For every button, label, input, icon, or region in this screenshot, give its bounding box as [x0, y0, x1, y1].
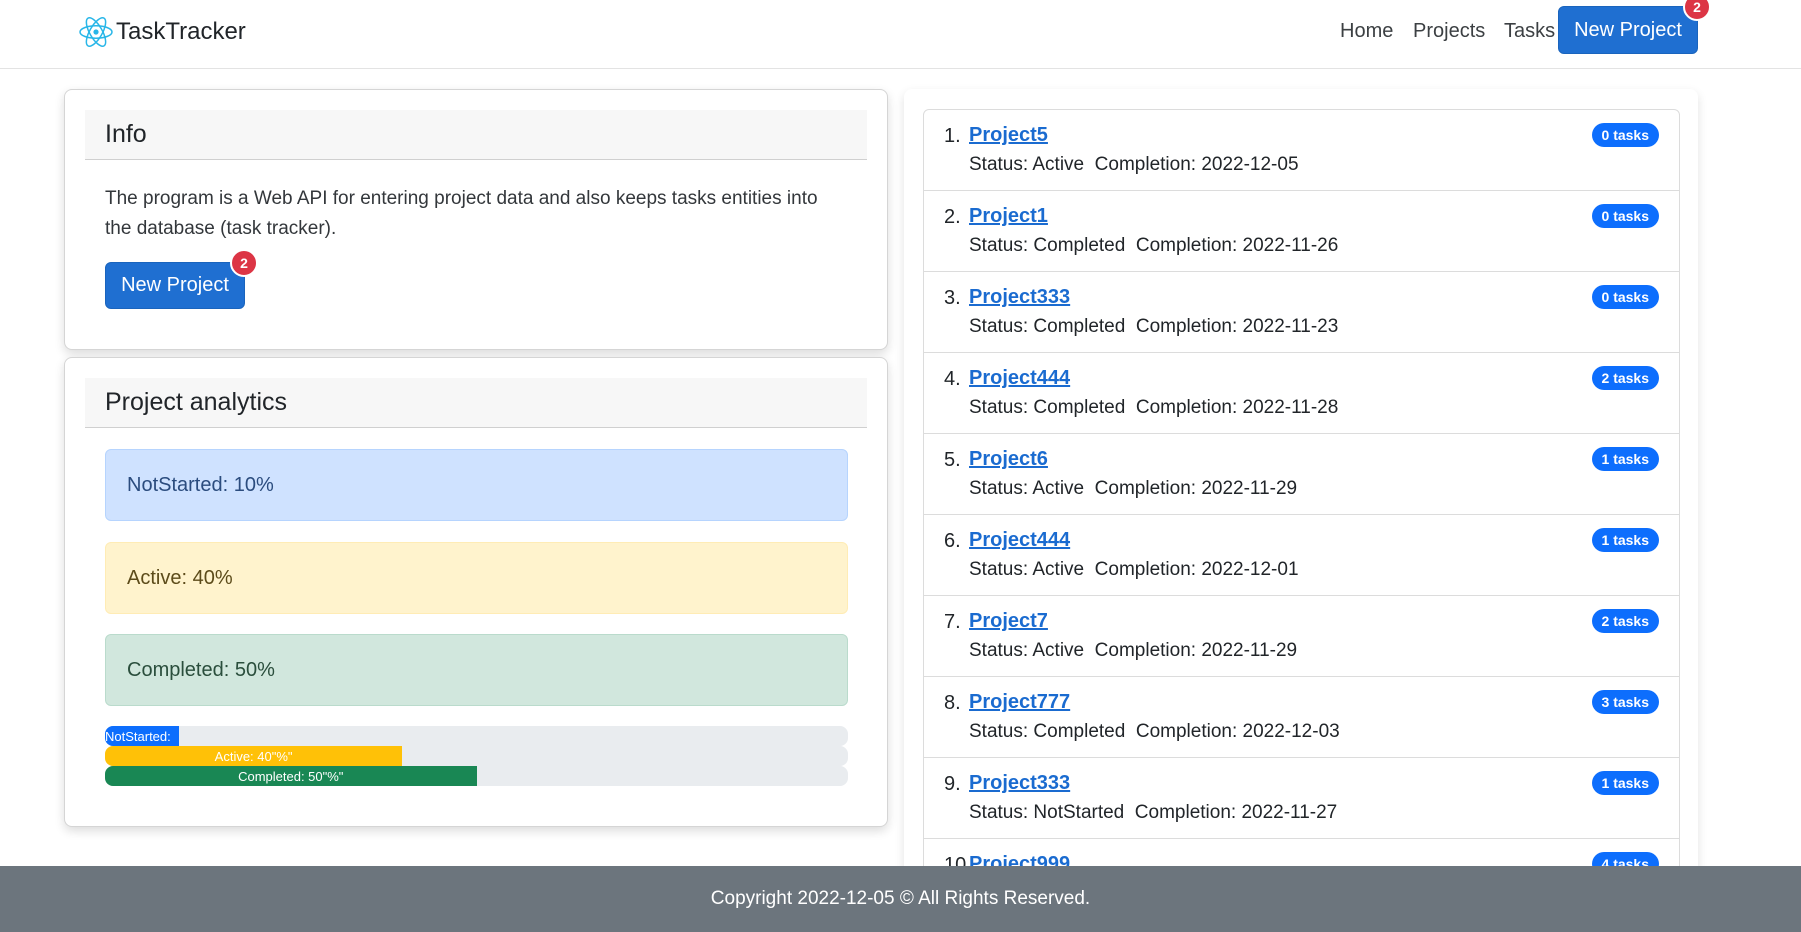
project-link[interactable]: Project333: [969, 286, 1070, 309]
footer: Copyright 2022-12-05 © All Rights Reserv…: [0, 866, 1801, 932]
task-count-badge: 0 tasks: [1591, 204, 1659, 228]
project-list: 1. Project5 Status: Active Completion: 2…: [923, 109, 1680, 889]
nav-projects-link[interactable]: Projects: [1413, 20, 1485, 43]
progress-completed: Completed: 50"%": [105, 766, 848, 786]
project-status: Status: Active Completion: 2022-12-01: [969, 559, 1299, 580]
info-card: Info The program is a Web API for enteri…: [64, 89, 888, 350]
list-item: 4. Project444 Status: Completed Completi…: [924, 353, 1679, 434]
project-link[interactable]: Project7: [969, 610, 1048, 633]
project-link[interactable]: Project5: [969, 124, 1048, 147]
info-new-project-label: New Project: [121, 274, 229, 296]
list-item: 6. Project444 Status: Active Completion:…: [924, 515, 1679, 596]
list-item: 3. Project333 Status: Completed Completi…: [924, 272, 1679, 353]
project-link[interactable]: Project444: [969, 529, 1070, 552]
task-count-badge: 3 tasks: [1591, 690, 1659, 714]
info-card-title: Info: [85, 110, 867, 160]
navbar: TaskTracker Home Projects Tasks New Proj…: [0, 0, 1801, 69]
notification-badge: 2: [1683, 0, 1711, 21]
task-count-badge: 1 tasks: [1591, 771, 1659, 795]
progress-bar-not-started: NotStarted:: [105, 726, 180, 746]
project-status: Status: Active Completion: 2022-11-29: [969, 640, 1298, 661]
item-number: 5.: [944, 449, 961, 471]
alert-not-started: NotStarted: 10%: [105, 449, 848, 521]
item-number: 9.: [944, 773, 961, 795]
list-item: 2. Project1 Status: Completed Completion…: [924, 191, 1679, 272]
task-count-badge: 1 tasks: [1591, 447, 1659, 471]
project-link[interactable]: Project1: [969, 205, 1048, 228]
copyright-text: Copyright 2022-12-05 © All Rights Reserv…: [710, 888, 1091, 909]
nav-home-link[interactable]: Home: [1340, 20, 1393, 43]
task-count-badge: 2 tasks: [1591, 609, 1659, 633]
project-link[interactable]: Project6: [969, 448, 1048, 471]
brand-link[interactable]: TaskTracker: [78, 14, 246, 50]
project-status: Status: Completed Completion: 2022-11-26: [969, 235, 1339, 256]
progress-bar-active: Active: 40"%": [105, 746, 403, 766]
project-status: Status: NotStarted Completion: 2022-11-2…: [969, 802, 1338, 823]
alert-active: Active: 40%: [105, 542, 848, 614]
project-status: Status: Completed Completion: 2022-11-23: [969, 316, 1339, 337]
project-status: Status: Active Completion: 2022-11-29: [969, 478, 1298, 499]
item-number: 7.: [944, 611, 961, 633]
item-number: 8.: [944, 692, 961, 714]
info-new-project-button[interactable]: New Project 2: [105, 249, 258, 309]
item-number: 3.: [944, 287, 961, 309]
progress-not-started: NotStarted:: [105, 726, 848, 746]
item-number: 4.: [944, 368, 961, 390]
react-atom-icon: [79, 17, 113, 47]
task-count-badge: 0 tasks: [1591, 285, 1659, 309]
list-item: 1. Project5 Status: Active Completion: 2…: [924, 110, 1679, 191]
list-item: 7. Project7 Status: Active Completion: 2…: [924, 596, 1679, 677]
alert-completed: Completed: 50%: [105, 634, 848, 706]
item-number: 6.: [944, 530, 961, 552]
project-link[interactable]: Project333: [969, 772, 1070, 795]
brand-name: TaskTracker: [116, 18, 246, 45]
notification-badge: 2: [230, 249, 258, 277]
project-status: Status: Active Completion: 2022-12-05: [969, 154, 1299, 175]
project-status: Status: Completed Completion: 2022-11-28: [969, 397, 1339, 418]
task-count-badge: 1 tasks: [1591, 528, 1659, 552]
item-number: 2.: [944, 206, 961, 228]
project-link[interactable]: Project777: [969, 691, 1070, 714]
nav-new-project-label: New Project: [1574, 18, 1682, 41]
project-link[interactable]: Project444: [969, 367, 1070, 390]
list-item: 8. Project777 Status: Completed Completi…: [924, 677, 1679, 758]
list-item: 5. Project6 Status: Active Completion: 2…: [924, 434, 1679, 515]
item-number: 1.: [944, 125, 961, 147]
task-count-badge: 2 tasks: [1591, 366, 1659, 390]
analytics-card-title: Project analytics: [85, 378, 867, 428]
task-count-badge: 0 tasks: [1591, 123, 1659, 147]
analytics-card: Project analytics NotStarted: 10% Active…: [64, 357, 888, 827]
progress-active: Active: 40"%": [105, 746, 848, 766]
info-description: The program is a Web API for entering pr…: [105, 188, 818, 239]
list-item: 9. Project333 Status: NotStarted Complet…: [924, 758, 1679, 839]
project-list-panel: 1. Project5 Status: Active Completion: 2…: [904, 89, 1698, 889]
nav-tasks-link[interactable]: Tasks: [1504, 20, 1555, 43]
progress-bar-completed: Completed: 50"%": [105, 766, 477, 786]
project-status: Status: Completed Completion: 2022-12-03: [969, 721, 1340, 742]
nav-new-project-button[interactable]: New Project 2: [1558, 0, 1711, 54]
